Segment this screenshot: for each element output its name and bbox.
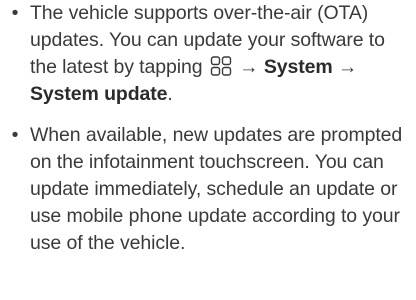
update-prompt-text: When available, new updates are prompted… bbox=[30, 124, 403, 254]
bullet-marker: • bbox=[11, 2, 19, 24]
list-item-ota-support: • The vehicle supports over-the-air (OTA… bbox=[8, 0, 412, 108]
arrow-separator: → bbox=[332, 56, 358, 78]
arrow-separator: → bbox=[233, 56, 264, 78]
bullet-list: • The vehicle supports over-the-air (OTA… bbox=[8, 0, 412, 257]
menu-path-system-update: System update bbox=[30, 83, 168, 105]
list-item-update-prompt: • When available, new updates are prompt… bbox=[8, 122, 412, 257]
grid-menu-icon bbox=[210, 56, 232, 76]
bullet-marker: • bbox=[11, 124, 19, 146]
sentence-end: . bbox=[167, 83, 173, 105]
menu-path-system: System bbox=[263, 56, 333, 78]
